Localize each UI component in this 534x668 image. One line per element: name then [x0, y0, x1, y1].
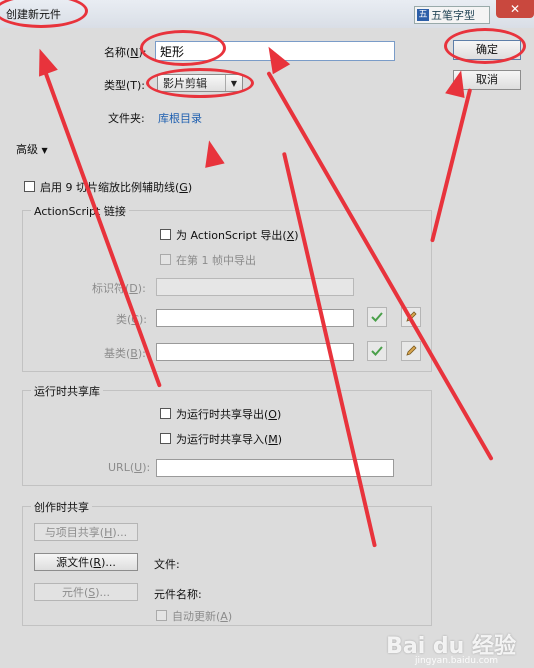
check-icon [371, 312, 383, 322]
import-runtime-label: 为运行时共享导入(M) [176, 433, 283, 446]
runtime-sharing-group-title: 运行时共享库 [31, 383, 103, 399]
base-class-edit-button[interactable] [401, 341, 421, 361]
advanced-toggle[interactable]: 高级 ▼ [16, 141, 48, 157]
symbol-name-label: 元件名称: [154, 588, 202, 601]
close-icon: ✕ [509, 2, 521, 16]
ime-logo-icon: 五 [417, 9, 429, 21]
authortime-sharing-group-title: 创作时共享 [31, 499, 92, 515]
export-for-actionscript-checkbox[interactable] [160, 229, 171, 240]
source-file-button[interactable]: 源文件(R)... [34, 553, 138, 571]
auto-update-checkbox[interactable] [156, 610, 167, 621]
annotation-ellipse-name [140, 30, 226, 66]
export-in-frame-1-checkbox[interactable] [160, 254, 171, 265]
file-label: 文件: [154, 558, 180, 571]
annotation-ellipse-type [146, 68, 254, 98]
annotation-ellipse-ok [444, 28, 526, 64]
url-label: URL(U): [108, 461, 151, 474]
annotation-arrowhead-1 [30, 45, 58, 77]
annotation-arrow-4 [430, 88, 473, 243]
annotation-arrowhead-2 [199, 138, 225, 168]
base-class-input[interactable] [156, 343, 354, 361]
base-class-label: 基类(B): [104, 347, 146, 360]
watermark-url: jingyan.baidu.com [414, 656, 498, 666]
import-runtime-checkbox[interactable] [160, 433, 171, 444]
export-runtime-label: 为运行时共享导出(O) [176, 408, 282, 421]
share-with-project-button[interactable]: 与项目共享(H)... [34, 523, 138, 541]
symbol-button[interactable]: 元件(S)... [34, 583, 138, 601]
pencil-icon [406, 345, 417, 356]
folder-label: 文件夹: [108, 112, 145, 125]
export-runtime-checkbox[interactable] [160, 408, 171, 419]
ime-indicator[interactable]: 五 五笔字型 [414, 6, 490, 24]
close-button[interactable]: ✕ [496, 0, 534, 18]
enable-9-slice-label: 启用 9 切片缩放比例辅助线(G) [40, 181, 193, 194]
triangle-down-icon: ▼ [41, 146, 48, 155]
actionscript-group-title: ActionScript 链接 [31, 203, 129, 219]
ime-label: 五笔字型 [431, 9, 475, 22]
check-icon [371, 346, 383, 356]
base-class-validate-button[interactable] [367, 341, 387, 361]
folder-link[interactable]: 库根目录 [158, 110, 202, 126]
class-validate-button[interactable] [367, 307, 387, 327]
enable-9-slice-checkbox[interactable] [24, 181, 35, 192]
type-label: 类型(T): [104, 79, 146, 92]
export-in-frame-1-label: 在第 1 帧中导出 [176, 254, 256, 267]
identifier-input[interactable] [156, 278, 354, 296]
export-for-actionscript-label: 为 ActionScript 导出(X) [176, 229, 299, 242]
auto-update-label: 自动更新(A) [172, 610, 233, 623]
